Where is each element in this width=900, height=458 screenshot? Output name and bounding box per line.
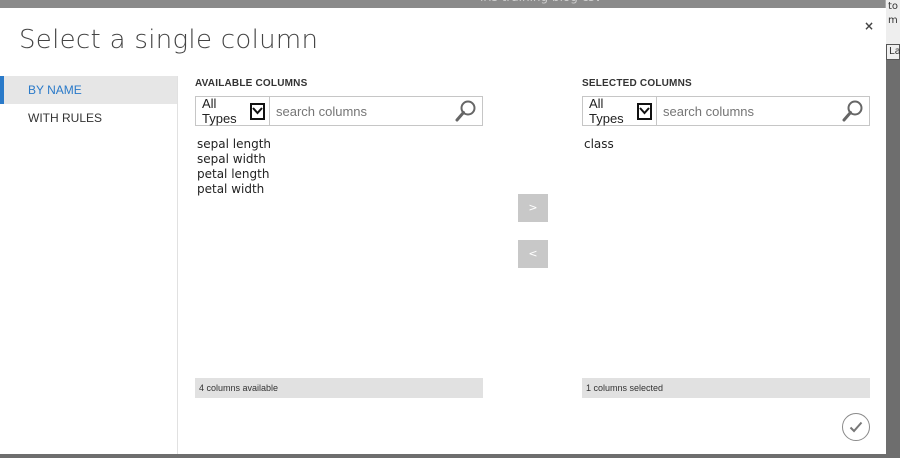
nav-item-label: WITH RULES xyxy=(28,111,103,125)
selected-status: 1 columns selected xyxy=(582,378,870,398)
chevron-down-icon xyxy=(636,102,652,120)
selected-type-select[interactable]: All Types xyxy=(583,96,657,126)
available-search-input[interactable] xyxy=(270,97,454,125)
nav-item-with-rules[interactable]: WITH RULES xyxy=(0,104,177,132)
close-icon: × xyxy=(863,19,875,33)
dialog-title: Select a single column xyxy=(19,25,319,55)
selected-search-input[interactable] xyxy=(657,97,841,125)
type-select-value: All Types xyxy=(589,96,624,126)
remove-column-button[interactable]: < xyxy=(518,240,548,268)
available-status: 4 columns available xyxy=(195,378,483,398)
selected-columns-heading: SELECTED COLUMNS xyxy=(582,78,692,89)
type-select-value: All Types xyxy=(202,96,237,126)
selection-mode-nav: BY NAME WITH RULES xyxy=(0,76,178,454)
background-right-panel: to m La xyxy=(885,0,900,60)
list-item[interactable]: petal length xyxy=(197,167,271,182)
list-item[interactable]: class xyxy=(584,137,614,152)
nav-item-label: BY NAME xyxy=(28,83,82,97)
nav-item-by-name[interactable]: BY NAME xyxy=(0,76,177,104)
confirm-button[interactable] xyxy=(842,413,870,441)
add-column-button[interactable]: > xyxy=(518,194,548,222)
background-dataset-node: iris training blog csv xyxy=(440,0,760,8)
selected-filter-bar: All Types xyxy=(582,96,870,126)
search-icon[interactable] xyxy=(454,99,478,123)
search-icon[interactable] xyxy=(841,99,865,123)
column-selector-dialog: Select a single column × BY NAME WITH RU… xyxy=(0,8,886,454)
background-fragment-2: La xyxy=(886,44,900,60)
chevron-down-icon xyxy=(249,102,265,120)
background-fragment-1: to m xyxy=(888,1,899,26)
available-columns-list: sepal length sepal width petal length pe… xyxy=(197,137,271,197)
selected-columns-list: class xyxy=(584,137,614,152)
available-type-select[interactable]: All Types xyxy=(196,96,270,126)
available-filter-bar: All Types xyxy=(195,96,483,126)
available-columns-heading: AVAILABLE COLUMNS xyxy=(195,78,308,89)
close-button[interactable]: × xyxy=(862,18,876,34)
checkmark-icon xyxy=(849,421,863,433)
list-item[interactable]: petal width xyxy=(197,182,271,197)
list-item[interactable]: sepal length xyxy=(197,137,271,152)
list-item[interactable]: sepal width xyxy=(197,152,271,167)
